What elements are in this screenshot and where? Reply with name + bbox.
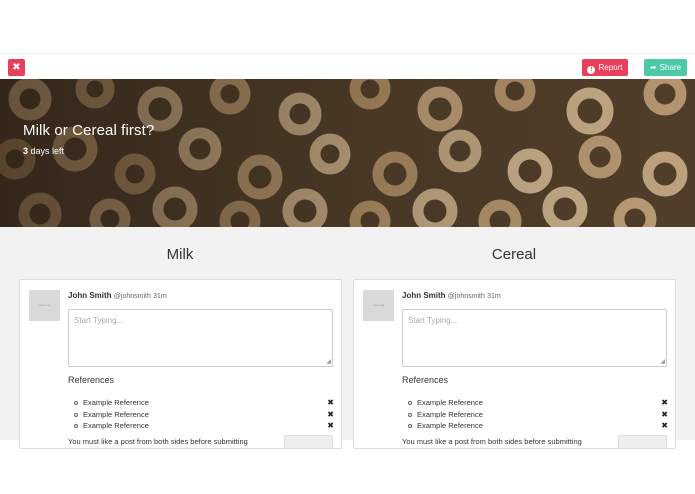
post-input-placeholder: Start Typing... (408, 316, 458, 325)
report-button[interactable]: ! Report (582, 59, 628, 76)
post-input-placeholder: Start Typing... (74, 316, 124, 325)
remove-icon[interactable]: ✖ (327, 421, 334, 430)
reference-link[interactable]: Example Reference (83, 421, 149, 430)
sides-section: Milk user img John Smith @johnsmith 31m … (0, 227, 695, 449)
report-label: Report (598, 63, 623, 72)
remove-icon[interactable]: ✖ (327, 398, 334, 407)
post-card-cereal: user img John Smith @johnsmith 31m Start… (353, 279, 676, 449)
remove-icon[interactable]: ✖ (661, 410, 668, 419)
side-heading-cereal: Cereal (491, 246, 537, 263)
post-author: John Smith @johnsmith 31m (402, 291, 501, 300)
top-toolbar: ✖ ! Report ➦ Share (0, 53, 695, 79)
avatar-placeholder-text: user img (38, 303, 51, 307)
author-name[interactable]: John Smith (402, 291, 446, 300)
resize-handle-icon[interactable]: ◢ (660, 358, 665, 365)
list-item: Example Reference ✖ (74, 398, 334, 410)
submit-note: You must like a post from both sides bef… (68, 437, 248, 446)
remove-icon[interactable]: ✖ (327, 410, 334, 419)
post-time: 31m (153, 293, 167, 300)
list-item: Example Reference ✖ (408, 421, 668, 433)
hero-banner: Milk or Cereal first? 3 days left (0, 79, 695, 227)
author-name[interactable]: John Smith (68, 291, 112, 300)
author-handle[interactable]: @johnsmith (114, 293, 151, 300)
references-list: Example Reference ✖ Example Reference ✖ … (408, 398, 668, 433)
close-button[interactable]: ✖ (8, 59, 25, 76)
list-item: Example Reference ✖ (408, 398, 668, 410)
reference-link[interactable]: Example Reference (417, 421, 483, 430)
post-input[interactable]: Start Typing... ◢ (402, 309, 667, 367)
list-item: Example Reference ✖ (74, 410, 334, 422)
remove-icon[interactable]: ✖ (661, 398, 668, 407)
post-time: 31m (487, 293, 501, 300)
post-author: John Smith @johnsmith 31m (68, 291, 167, 300)
avatar: user img (29, 290, 60, 321)
avatar-placeholder-text: user img (372, 303, 385, 307)
share-icon: ➦ (649, 63, 657, 72)
submit-note: You must like a post from both sides bef… (402, 437, 582, 446)
references-list: Example Reference ✖ Example Reference ✖ … (74, 398, 334, 433)
resize-handle-icon[interactable]: ◢ (326, 358, 331, 365)
time-remaining: 3 days left (23, 146, 64, 156)
avatar: user img (363, 290, 394, 321)
days-suffix: days left (28, 146, 65, 156)
post-card-milk: user img John Smith @johnsmith 31m Start… (19, 279, 342, 449)
poll-title: Milk or Cereal first? (23, 122, 155, 139)
alert-icon: ! (587, 66, 596, 74)
remove-icon[interactable]: ✖ (661, 421, 668, 430)
references-heading: References (402, 375, 449, 385)
list-item: Example Reference ✖ (74, 421, 334, 433)
reference-link[interactable]: Example Reference (417, 410, 483, 419)
post-input[interactable]: Start Typing... ◢ (68, 309, 333, 367)
list-item: Example Reference ✖ (408, 410, 668, 422)
close-icon: ✖ (12, 62, 21, 73)
reference-link[interactable]: Example Reference (83, 398, 149, 407)
share-button[interactable]: ➦ Share (644, 59, 687, 76)
reference-link[interactable]: Example Reference (417, 398, 483, 407)
share-label: Share (659, 63, 682, 72)
references-heading: References (68, 375, 115, 385)
author-handle[interactable]: @johnsmith (448, 293, 485, 300)
submit-button[interactable] (618, 435, 667, 449)
side-heading-milk: Milk (166, 246, 194, 263)
submit-button[interactable] (284, 435, 333, 449)
reference-link[interactable]: Example Reference (83, 410, 149, 419)
